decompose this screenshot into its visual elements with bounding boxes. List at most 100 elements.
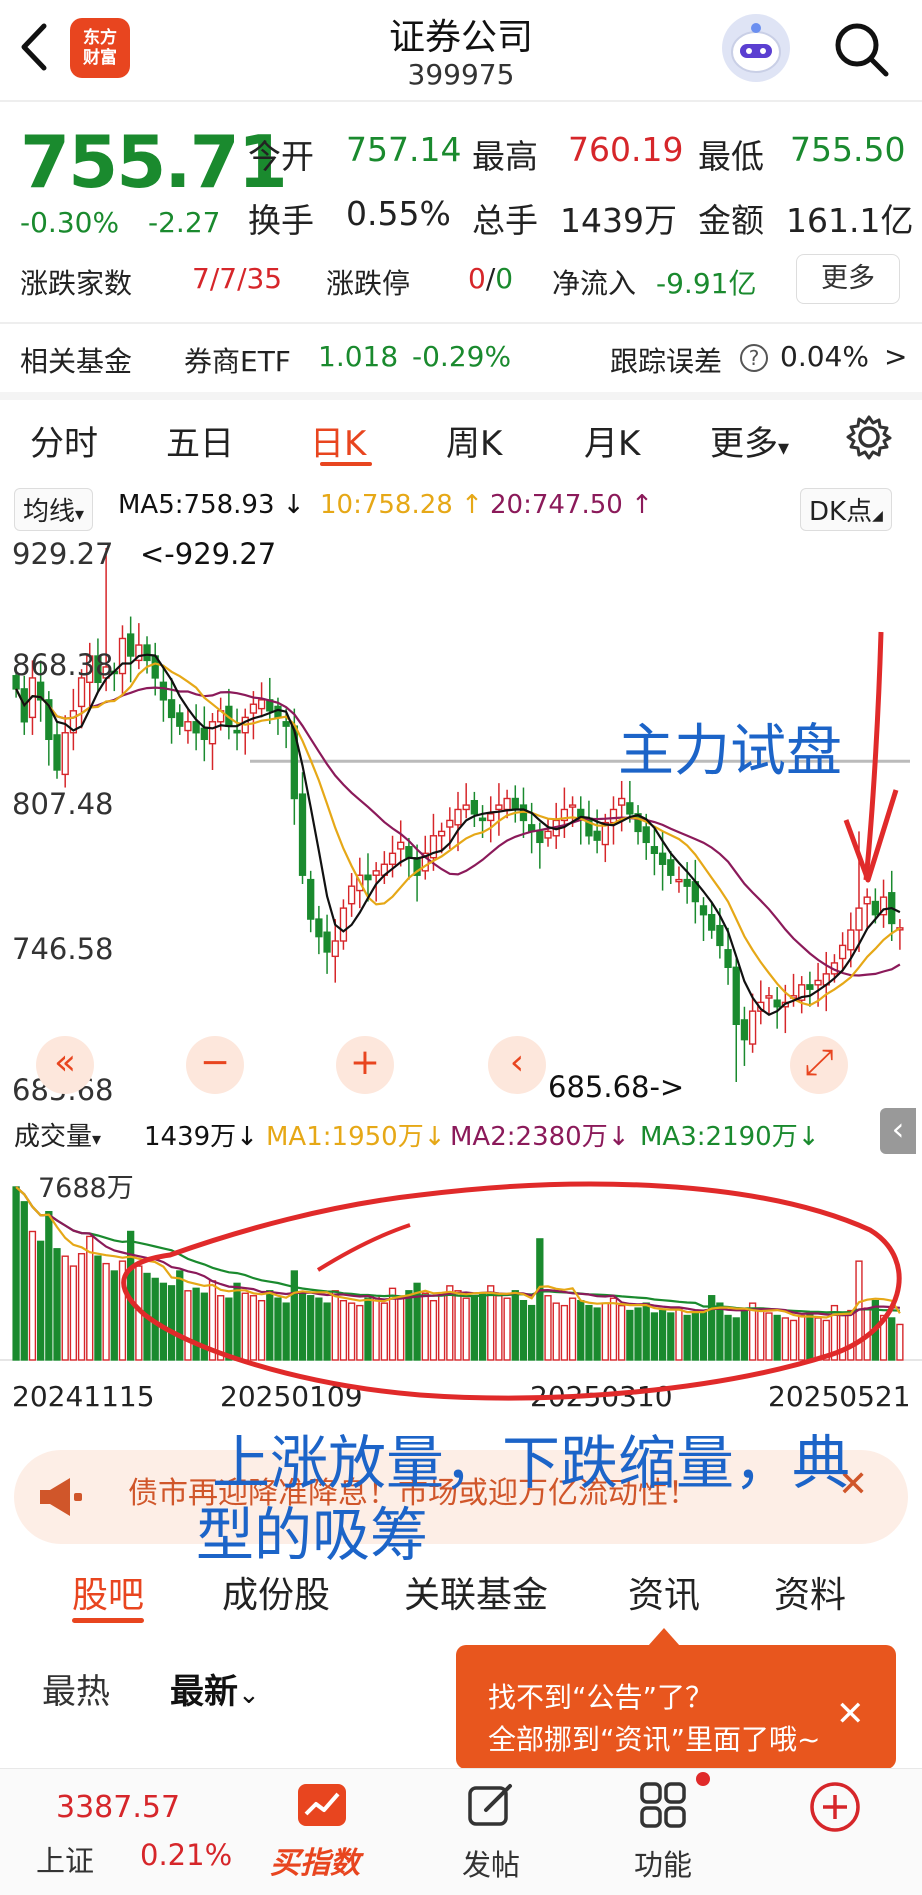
volume-bar (36, 1240, 45, 1361)
volume-ma2: MA2:2380万↓ (450, 1122, 630, 1152)
buy-index-label[interactable]: 买指数 (270, 1838, 360, 1882)
volume-bar (184, 1290, 192, 1361)
volume-bar (53, 1248, 61, 1361)
volume-bar (626, 1309, 634, 1361)
tab-guba[interactable]: 股吧 (72, 1566, 144, 1618)
dk-point-button[interactable]: DK点◢ (800, 488, 892, 531)
volume-bar (110, 1270, 118, 1361)
volume-label: 总手 (472, 201, 538, 240)
trend-chart-icon[interactable] (296, 1782, 348, 1828)
volume-bar (806, 1312, 814, 1361)
candle-body (470, 799, 479, 815)
volume-bar (364, 1297, 372, 1361)
tab-daily-k[interactable]: 日K (310, 416, 366, 465)
zoom-in-icon[interactable]: + (336, 1036, 394, 1094)
volume-bar (593, 1307, 601, 1361)
robot-avatar-icon[interactable] (722, 14, 790, 82)
filter-hot[interactable]: 最热 (42, 1664, 110, 1713)
tab-monthly-k[interactable]: 月K (584, 416, 640, 465)
scroll-left-fast-icon[interactable]: « (36, 1036, 94, 1094)
netflow-label: 净流入 (552, 267, 637, 300)
megaphone-icon (36, 1474, 84, 1520)
candle-body (658, 852, 667, 865)
candle-body (732, 966, 740, 1026)
tab-profile[interactable]: 资料 (774, 1566, 846, 1618)
index-change[interactable]: 0.21% (140, 1838, 232, 1872)
tab-intraday[interactable]: 分时 (30, 416, 98, 465)
candle-body (838, 944, 847, 960)
volume-bar (282, 1302, 290, 1361)
volume-bar (568, 1297, 577, 1361)
volume-bar (135, 1265, 143, 1361)
volume-bar (601, 1302, 609, 1361)
candle-body (307, 878, 315, 920)
volume-bar (397, 1297, 405, 1361)
volume-bar (879, 1314, 888, 1361)
volume-chart[interactable] (0, 1160, 922, 1370)
volume-bar (12, 1186, 20, 1361)
settings-gear-icon[interactable] (846, 414, 892, 460)
tab-constituents[interactable]: 成份股 (222, 1566, 330, 1618)
help-icon[interactable]: ? (740, 344, 768, 372)
candle-body (740, 1019, 749, 1041)
candle-body (683, 878, 691, 887)
fullscreen-icon[interactable]: ⤢ (790, 1036, 848, 1094)
volume-bar (814, 1317, 822, 1361)
high-marker: <-929.27 (140, 537, 277, 571)
zoom-out-icon[interactable]: − (186, 1036, 244, 1094)
post-label[interactable]: 发帖 (462, 1842, 520, 1884)
more-quote-button[interactable]: 更多 (796, 254, 900, 304)
scroll-left-icon[interactable]: ‹ (488, 1036, 546, 1094)
amount-value: 161.1亿 (786, 201, 914, 240)
candle-body (397, 841, 405, 850)
volume-bar (429, 1299, 438, 1361)
turnover-value: 0.55% (346, 194, 451, 233)
volume-bar (94, 1255, 102, 1361)
candlestick-chart[interactable] (0, 530, 922, 1110)
candle-body (773, 999, 781, 1008)
filter-latest[interactable]: 最新⌄ (170, 1664, 260, 1713)
search-icon[interactable] (830, 18, 892, 80)
tab-five-day[interactable]: 五日 (166, 416, 234, 465)
tab-weekly-k[interactable]: 周K (446, 416, 502, 465)
candle-body (593, 830, 601, 841)
ma-selector[interactable]: 均线▾ (14, 488, 94, 531)
high-value: 760.19 (568, 130, 684, 169)
volume-bar (863, 1307, 871, 1361)
candle-body (806, 984, 814, 990)
candle-body (176, 712, 184, 727)
volume-bar (838, 1312, 847, 1361)
index-value[interactable]: 3387.57 (56, 1790, 180, 1825)
index-name[interactable]: 上证 (36, 1838, 94, 1880)
volume-bar (405, 1290, 413, 1361)
volume-bar (888, 1317, 896, 1361)
volume-bar (462, 1297, 470, 1361)
tab-news[interactable]: 资讯 (628, 1566, 700, 1618)
fund-name[interactable]: 券商ETF (184, 340, 291, 380)
tooltip-close-icon[interactable]: ✕ (836, 1694, 865, 1734)
active-tab-indicator (320, 462, 372, 466)
volume-bar (748, 1302, 757, 1361)
annotation-test-text: 主力试盘 (618, 719, 842, 784)
edit-post-icon[interactable] (466, 1780, 516, 1830)
amount-label: 金额 (698, 201, 764, 240)
candle-body (257, 699, 266, 710)
candle-body (274, 705, 282, 719)
chevron-right-icon[interactable]: > (884, 340, 907, 373)
candle-body (748, 1010, 757, 1045)
volume-bar (290, 1270, 298, 1361)
breadth-value: 7/7/35 (192, 262, 283, 295)
tab-related-funds[interactable]: 关联基金 (404, 1566, 548, 1618)
function-label[interactable]: 功能 (634, 1842, 692, 1884)
date-label: 20250310 (530, 1380, 673, 1413)
volume-selector[interactable]: 成交量▾ (14, 1116, 101, 1153)
collapse-panel-icon[interactable]: ‹ (880, 1108, 916, 1154)
add-circle-icon[interactable] (808, 1780, 862, 1834)
tab-more[interactable]: 更多▾ (710, 416, 789, 465)
candle-body (127, 633, 135, 657)
volume-bar (454, 1290, 462, 1361)
candle-body (167, 699, 176, 719)
low-label: 最低 (698, 137, 764, 176)
candle-body (298, 793, 307, 876)
grid-apps-icon[interactable] (638, 1780, 688, 1830)
